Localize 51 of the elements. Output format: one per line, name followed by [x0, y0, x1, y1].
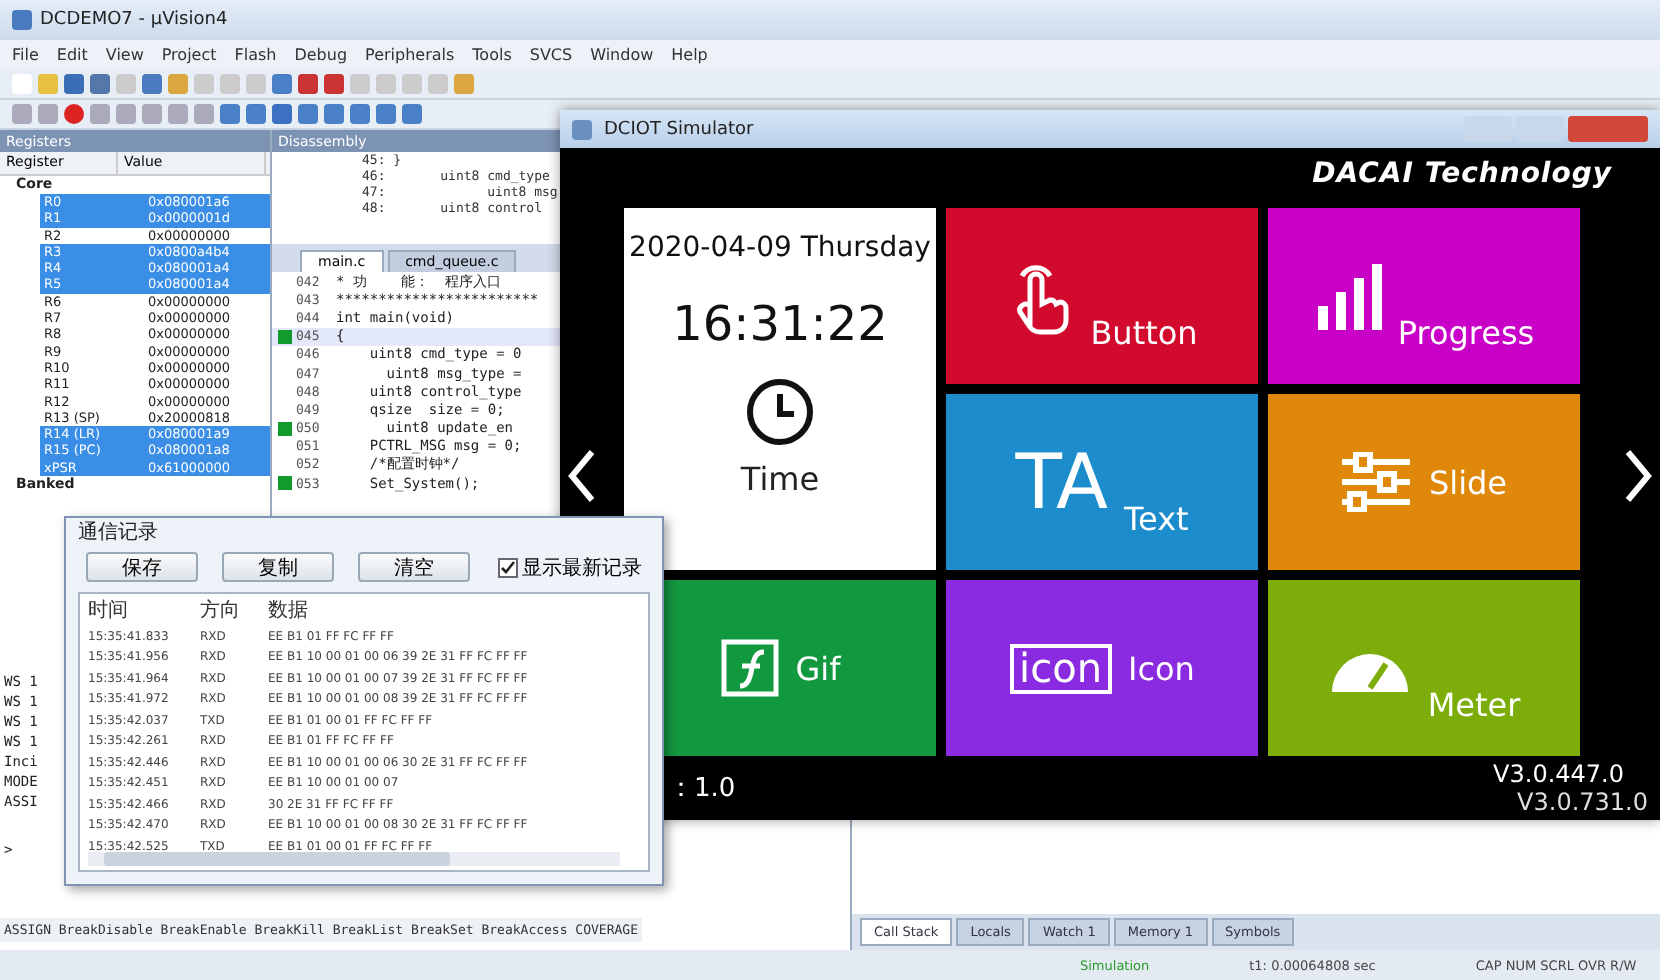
button-tile[interactable]: Button: [946, 208, 1258, 384]
menu-item[interactable]: SVCS: [529, 46, 573, 64]
menu-item[interactable]: File: [12, 46, 39, 64]
version-text: V3.0.447.0: [1493, 762, 1624, 788]
column-title: 方向: [200, 600, 242, 624]
horizontal-scrollbar[interactable]: [88, 852, 620, 866]
menu-item[interactable]: Edit: [56, 46, 88, 64]
tile-label: Button: [1090, 314, 1198, 352]
menu-item[interactable]: Project: [161, 46, 217, 64]
version-text: V3.0.731.0: [1517, 790, 1648, 816]
menu-item[interactable]: Flash: [234, 46, 277, 64]
brand-title: DACAI Technology: [1312, 156, 1612, 194]
menu-item[interactable]: Help: [671, 46, 708, 64]
dialog-button[interactable]: 复制: [222, 552, 334, 582]
menu-item[interactable]: View: [105, 46, 144, 64]
close-button[interactable]: [1568, 116, 1648, 142]
window-title: DCDEMO7 - µVision4: [40, 10, 228, 30]
app-icon: [572, 119, 592, 139]
stop-icon[interactable]: [64, 104, 84, 124]
text-tile[interactable]: TA Text: [946, 394, 1258, 570]
tile-label: Text: [1123, 500, 1189, 538]
tile-label: Gif: [795, 649, 841, 687]
tile-label: Progress: [1397, 314, 1535, 352]
dialog-button[interactable]: 清空: [358, 552, 470, 582]
flash-file-icon: [719, 638, 780, 698]
menu-item[interactable]: Peripherals: [365, 46, 455, 64]
dialog-title: 通信记录: [76, 519, 160, 548]
text-logo: TA: [1015, 444, 1108, 520]
minimize-button[interactable]: [1464, 116, 1512, 142]
date-text: 2020-04-09 Thursday: [629, 232, 931, 264]
tile-label: Slide: [1428, 463, 1508, 501]
column-title: 时间: [88, 600, 130, 624]
menu-item[interactable]: Window: [590, 46, 654, 64]
tile-label: Meter: [1427, 686, 1521, 724]
tile-label: Icon: [1128, 649, 1195, 687]
checkbox-box[interactable]: [498, 557, 518, 577]
menu-item[interactable]: Tools: [472, 46, 512, 64]
progress-tile[interactable]: Progress: [1268, 208, 1580, 384]
sliders-icon: [1340, 452, 1413, 512]
app-icon: [12, 10, 32, 30]
bars-icon: [1313, 262, 1382, 330]
tile-label: Time: [740, 460, 820, 498]
time-text: 16:31:22: [672, 296, 888, 352]
icon-tile[interactable]: icon Icon: [946, 580, 1258, 756]
column-title: 数据: [268, 600, 310, 624]
dialog-button[interactable]: 保存: [86, 552, 198, 582]
footer-text: ：1.0: [668, 772, 736, 806]
icon-logo: icon: [1009, 643, 1112, 693]
menu-item[interactable]: Debug: [294, 46, 348, 64]
maximize-button[interactable]: [1516, 116, 1564, 142]
clock-icon: [744, 376, 816, 448]
